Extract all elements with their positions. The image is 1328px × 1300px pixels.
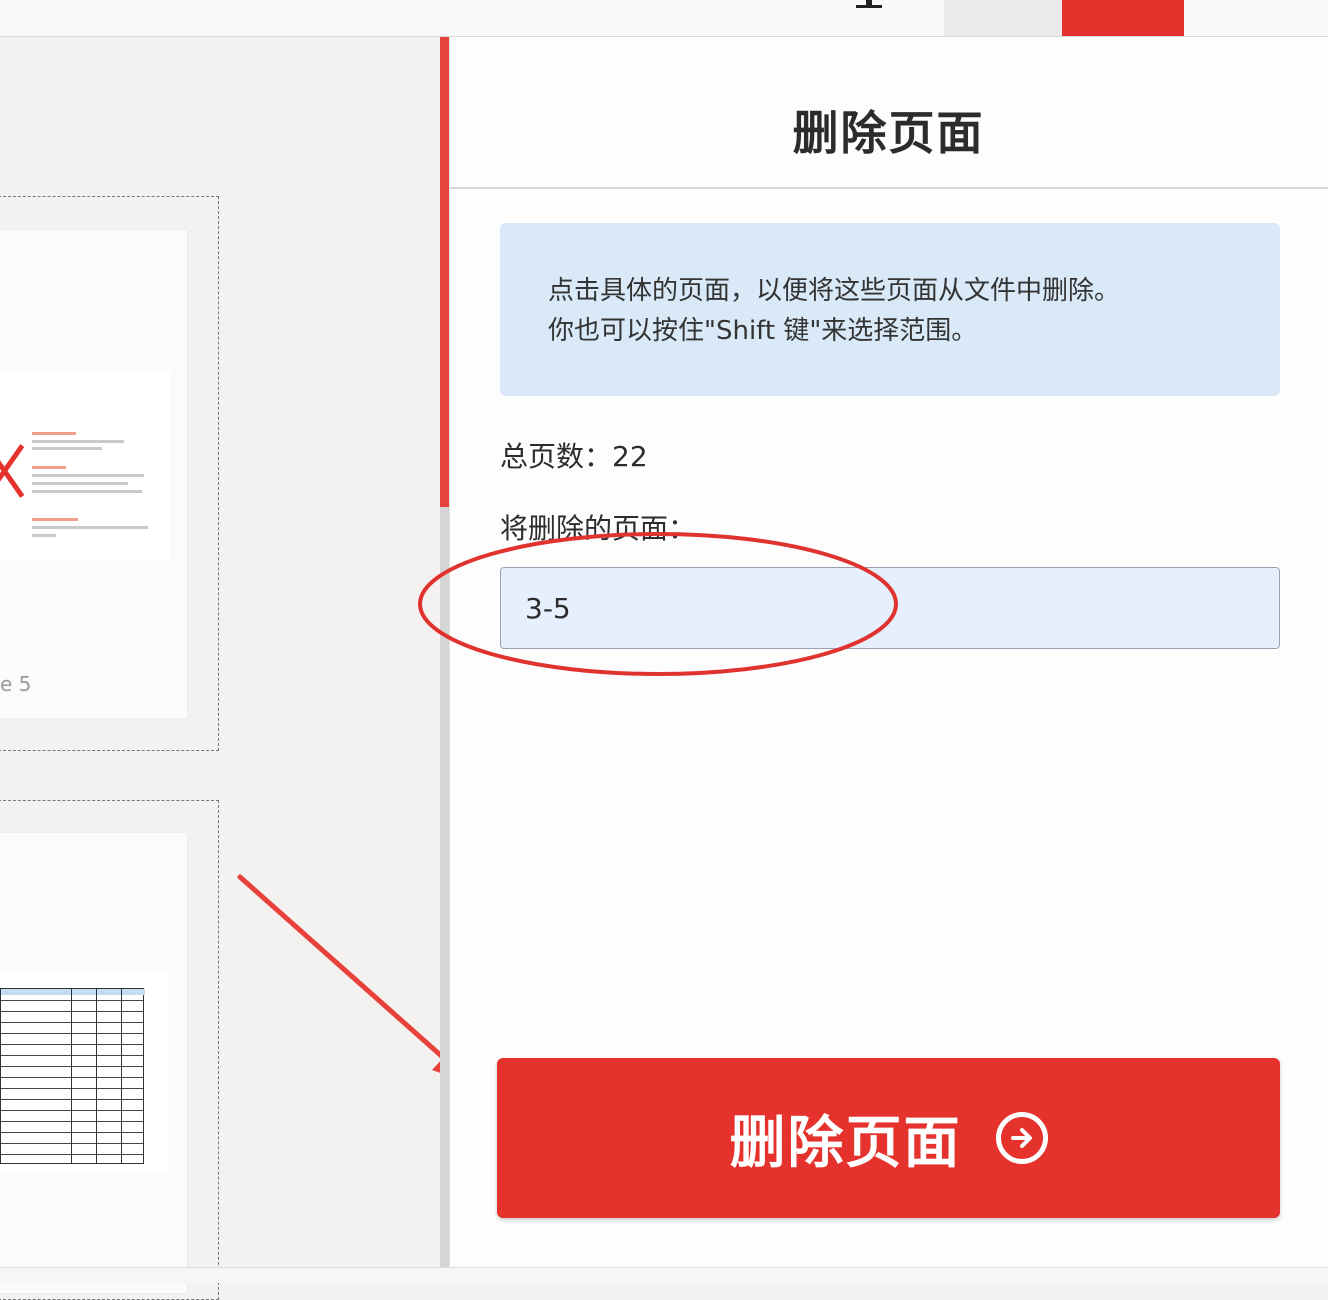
divider <box>450 187 1328 189</box>
instruction-box: 点击具体的页面，以便将这些页面从文件中删除。 你也可以按住"Shift 键"来选… <box>500 223 1280 396</box>
page-thumbnail[interactable] <box>0 230 187 718</box>
toolbar-tab-gray[interactable] <box>944 0 1062 36</box>
arrow-circle-right-icon <box>995 1112 1048 1164</box>
instruction-line: 你也可以按住"Shift 键"来选择范围。 <box>548 316 978 346</box>
delete-pages-button-label: 删除页面 <box>729 1110 962 1176</box>
sidebar-title: 删除页面 <box>792 106 985 160</box>
total-pages-text: 总页数：22 <box>500 440 648 473</box>
pages-to-delete-input[interactable] <box>500 567 1280 649</box>
table-page-preview <box>0 973 168 1173</box>
bottom-edge <box>0 1267 1328 1283</box>
table-preview-grid <box>0 988 145 1164</box>
delete-pages-button[interactable]: 删除页面 <box>497 1058 1280 1218</box>
page-content-preview <box>0 370 170 560</box>
pages-to-delete-label: 将删除的页面： <box>500 512 697 545</box>
instruction-line: 点击具体的页面，以便将这些页面从文件中删除。 <box>548 276 1121 306</box>
scrollbar-thumb[interactable] <box>440 37 449 507</box>
toolbar-icon[interactable] <box>852 0 886 8</box>
delete-pages-sidebar: 删除页面 点击具体的页面，以便将这些页面从文件中删除。 你也可以按住"Shift… <box>449 37 1328 1267</box>
top-toolbar <box>0 0 1328 37</box>
toolbar-tab-red[interactable] <box>1062 0 1184 36</box>
x-mark-icon <box>0 440 24 500</box>
page-number-label: e 5 <box>0 672 32 696</box>
